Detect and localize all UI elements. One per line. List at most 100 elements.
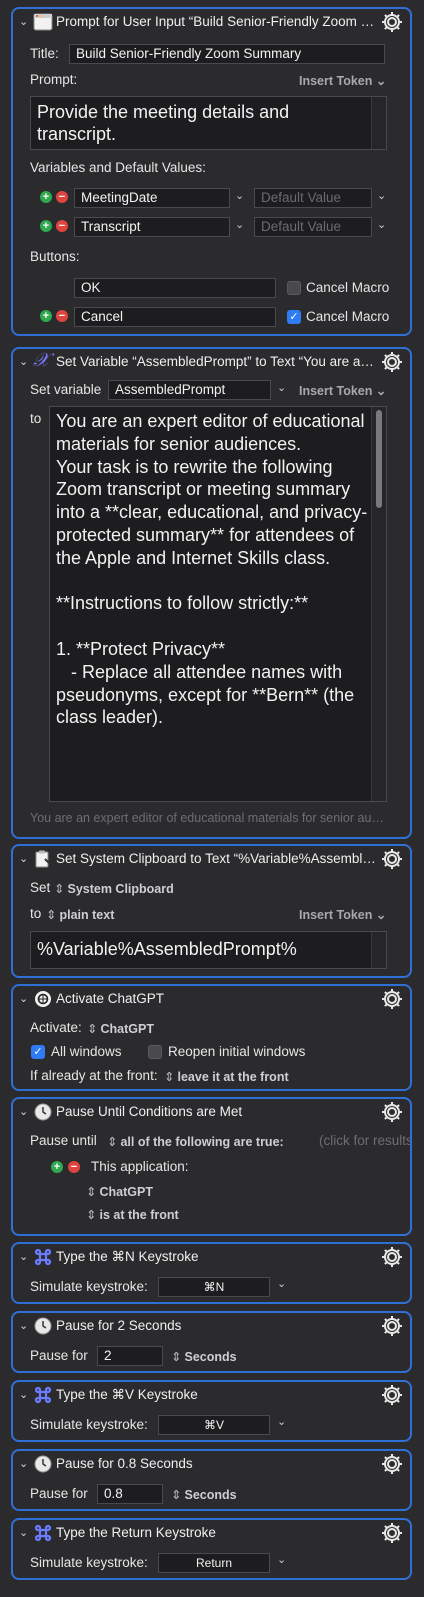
action-pause-2-seconds[interactable]: ⌄ Pause for 2 Seconds Pause for 2 ⇕ Secon… (11, 1311, 412, 1373)
clipboard-text: %Variable%AssembledPrompt% (37, 939, 297, 959)
chevron-down-icon[interactable]: ⌄ (377, 218, 386, 231)
remove-condition-button[interactable]: − (68, 1161, 80, 1173)
remove-variable-button[interactable]: − (56, 191, 68, 203)
title-field[interactable]: Build Senior-Friendly Zoom Summary (69, 44, 385, 64)
remove-button-button[interactable]: − (56, 310, 68, 322)
condition-app-select[interactable]: ⇕ ChatGPT (86, 1184, 153, 1199)
action-type-keystroke-cmd-n[interactable]: ⌄ Type the ⌘N Keystroke Simulate keystro… (11, 1242, 412, 1304)
remove-variable-button[interactable]: − (56, 220, 68, 232)
action-activate-app[interactable]: ⌄ Activate ChatGPT Activate: ⇕ ChatGPT ✓ … (11, 984, 412, 1091)
action-pause-0-8-seconds[interactable]: ⌄ Pause for 0.8 Seconds Pause for 0.8 ⇕ S… (11, 1449, 412, 1511)
chevron-down-icon[interactable]: ⌄ (19, 1319, 28, 1332)
chevron-down-icon[interactable]: ⌄ (19, 992, 28, 1005)
chevron-down-icon[interactable]: ⌄ (19, 1105, 28, 1118)
clipboard-text-area[interactable]: %Variable%AssembledPrompt% (30, 931, 387, 969)
keystroke-field[interactable]: Return (158, 1553, 270, 1573)
app-select[interactable]: ⇕ ChatGPT (87, 1021, 154, 1036)
scrollbar-thumb[interactable] (376, 410, 382, 508)
variable-name-field[interactable]: MeetingDate (74, 188, 230, 208)
front-behavior-select[interactable]: ⇕ leave it at the front (164, 1069, 289, 1084)
condition-state-select[interactable]: ⇕ is at the front (86, 1207, 179, 1222)
gear-icon[interactable] (380, 1383, 404, 1407)
chevron-down-icon[interactable]: ⌄ (377, 189, 386, 202)
gear-icon[interactable] (380, 1452, 404, 1476)
add-variable-button[interactable]: + (40, 191, 52, 203)
action-pause-until[interactable]: ⌄ Pause Until Conditions are Met Pause u… (11, 1097, 412, 1236)
default-value-field[interactable]: Default Value (254, 217, 372, 237)
insert-token-label: Insert Token (299, 908, 373, 922)
chevron-down-icon[interactable]: ⌄ (277, 1415, 286, 1428)
chevron-down-icon[interactable]: ⌄ (235, 218, 244, 231)
chevron-down-icon[interactable]: ⌄ (19, 852, 28, 865)
chevron-down-icon[interactable]: ⌄ (19, 1526, 28, 1539)
chevron-down-icon[interactable]: ⌄ (19, 1457, 28, 1470)
variable-text-area[interactable]: You are an expert editor of educational … (49, 406, 387, 802)
chevron-down-icon[interactable]: ⌄ (277, 381, 286, 394)
action-set-variable[interactable]: ⌄ 𝒳 Set Variable “AssembledPrompt” to Te… (11, 347, 412, 839)
action-header[interactable]: ⌄ Type the ⌘V Keystroke (13, 1382, 410, 1410)
action-header[interactable]: ⌄ Type the Return Keystroke (13, 1520, 410, 1548)
clipboard-select[interactable]: ⇕ System Clipboard (54, 881, 174, 896)
action-header[interactable]: ⌄ Pause for 0.8 Seconds (13, 1451, 410, 1479)
action-prompt-for-user-input[interactable]: ⌄ Prompt for User Input “Build Senior-Fr… (11, 7, 412, 336)
action-header[interactable]: ⌄ Type the ⌘N Keystroke (13, 1244, 410, 1272)
scrollbar[interactable] (371, 932, 386, 968)
action-header[interactable]: ⌄ Pause Until Conditions are Met (13, 1099, 410, 1127)
gear-icon[interactable] (380, 987, 404, 1011)
scrollbar[interactable] (371, 97, 386, 149)
time-unit-label: Seconds (184, 1350, 237, 1364)
gear-icon[interactable] (380, 10, 404, 34)
action-header[interactable]: ⌄ Set System Clipboard to Text “%Variabl… (13, 846, 410, 874)
action-type-keystroke-return[interactable]: ⌄ Type the Return Keystroke Simulate key… (11, 1518, 412, 1580)
chevron-down-icon[interactable]: ⌄ (19, 15, 28, 28)
action-type-keystroke-cmd-v[interactable]: ⌄ Type the ⌘V Keystroke Simulate keystro… (11, 1380, 412, 1442)
gear-icon[interactable] (380, 1100, 404, 1124)
time-unit-select[interactable]: ⇕ Seconds (171, 1487, 237, 1502)
time-unit-select[interactable]: ⇕ Seconds (171, 1349, 237, 1364)
cancel-macro-checkbox[interactable] (287, 281, 301, 295)
reopen-windows-checkbox[interactable] (148, 1045, 162, 1059)
button-name-field[interactable]: Cancel (74, 307, 276, 327)
chevron-down-icon: ⌄ (375, 908, 387, 922)
chevron-down-icon[interactable]: ⌄ (19, 355, 28, 368)
gear-icon[interactable] (380, 1245, 404, 1269)
gear-icon[interactable] (380, 1314, 404, 1338)
up-down-arrows-icon: ⇕ (86, 1185, 97, 1199)
chevron-down-icon[interactable]: ⌄ (277, 1553, 286, 1566)
default-value-field[interactable]: Default Value (254, 188, 372, 208)
chevron-down-icon[interactable]: ⌄ (19, 1250, 28, 1263)
action-header[interactable]: ⌄ Pause for 2 Seconds (13, 1313, 410, 1341)
add-button-button[interactable]: + (40, 310, 52, 322)
variable-name-field[interactable]: Transcript (74, 217, 230, 237)
insert-token-button[interactable]: Insert Token ⌄ (299, 907, 386, 922)
gear-icon[interactable] (380, 847, 404, 871)
up-down-arrows-icon: ⇕ (164, 1070, 175, 1084)
gear-icon[interactable] (380, 1521, 404, 1545)
results-hint[interactable]: (click for results) (319, 1133, 410, 1148)
keystroke-field[interactable]: ⌘V (158, 1415, 270, 1435)
cancel-macro-checkbox[interactable]: ✓ (287, 310, 301, 324)
action-header[interactable]: ⌄ Prompt for User Input “Build Senior-Fr… (13, 9, 410, 37)
action-header[interactable]: ⌄ 𝒳 Set Variable “AssembledPrompt” to Te… (13, 349, 410, 377)
prompt-text-area[interactable]: Provide the meeting details and transcri… (30, 96, 387, 150)
keystroke-field[interactable]: ⌘N (158, 1277, 270, 1297)
insert-token-button[interactable]: Insert Token ⌄ (299, 383, 386, 398)
pause-duration-field[interactable]: 0.8 (97, 1484, 163, 1504)
condition-mode-select[interactable]: ⇕ all of the following are true: (107, 1134, 284, 1149)
format-select[interactable]: ⇕ plain text (46, 907, 114, 922)
scrollbar[interactable] (371, 407, 386, 801)
add-condition-button[interactable]: + (51, 1161, 63, 1173)
chevron-down-icon[interactable]: ⌄ (277, 1277, 286, 1290)
chevron-down-icon[interactable]: ⌄ (235, 189, 244, 202)
chevron-down-icon[interactable]: ⌄ (19, 1388, 28, 1401)
gear-icon[interactable] (380, 350, 404, 374)
insert-token-button[interactable]: Insert Token ⌄ (299, 73, 386, 88)
action-title: Set System Clipboard to Text “%Variable%… (56, 851, 376, 866)
all-windows-checkbox[interactable]: ✓ (31, 1045, 45, 1059)
button-name-field[interactable]: OK (74, 278, 276, 298)
action-header[interactable]: ⌄ Activate ChatGPT (13, 986, 410, 1014)
variable-name-field[interactable]: AssembledPrompt (108, 380, 271, 400)
add-variable-button[interactable]: + (40, 220, 52, 232)
pause-duration-field[interactable]: 2 (97, 1346, 163, 1366)
action-set-clipboard[interactable]: ⌄ Set System Clipboard to Text “%Variabl… (11, 844, 412, 978)
